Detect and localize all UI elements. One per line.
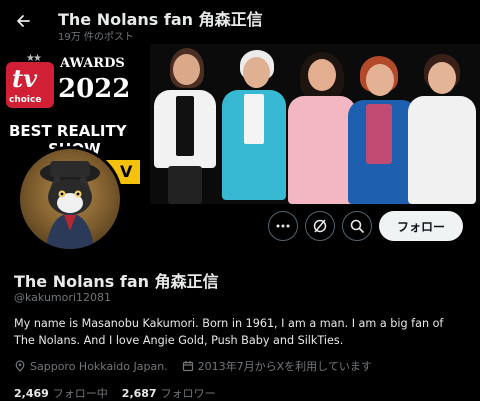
grok-button[interactable] xyxy=(304,211,335,241)
logo-top-text: tv xyxy=(12,64,38,93)
banner-headline-1: BEST REALITY xyxy=(9,122,127,140)
grok-icon xyxy=(313,219,327,233)
calendar-icon xyxy=(182,361,193,372)
profile-meta: Sapporo Hokkaido Japan. 2013年7月からXを利用してい… xyxy=(14,358,372,374)
follow-button[interactable]: フォロー xyxy=(378,211,463,241)
profile-actions: フォロー xyxy=(267,211,463,241)
display-name: The Nolans fan 角森正信 xyxy=(14,272,219,291)
profile-bio: My name is Masanobu Kakumori. Born in 19… xyxy=(14,317,444,347)
following-label: フォロー中 xyxy=(52,387,108,400)
post-count: 19万 件のポスト xyxy=(58,32,134,43)
strip-text: V xyxy=(120,162,133,181)
back-arrow-icon xyxy=(17,15,30,27)
location-text: Sapporo Hokkaido Japan. xyxy=(30,359,168,373)
location-icon xyxy=(15,360,25,372)
user-handle: @kakumori12081 xyxy=(14,291,111,304)
logo-bottom-text: choice xyxy=(9,95,42,105)
more-button[interactable] xyxy=(267,211,298,241)
search-button[interactable] xyxy=(341,211,372,241)
awards-year: 2022 xyxy=(58,74,131,104)
avatar-cat-image xyxy=(40,161,100,249)
banner-person-2 xyxy=(218,44,288,204)
location-item: Sapporo Hokkaido Japan. xyxy=(14,360,168,373)
joined-text: 2013年7月からXを利用しています xyxy=(197,360,372,373)
follow-stats: 2,469 フォロー中 2,687 フォロワー xyxy=(14,385,216,401)
avatar[interactable] xyxy=(17,146,123,252)
joined-item: 2013年7月からXを利用しています xyxy=(182,358,372,374)
search-icon xyxy=(350,219,364,233)
banner-person-5 xyxy=(404,44,480,204)
tv-choice-logo: tv choice xyxy=(6,62,54,108)
followers-label: フォロワー xyxy=(160,387,216,400)
followers-link[interactable]: 2,687 フォロワー xyxy=(122,385,216,401)
awards-label: AWARDS xyxy=(60,56,125,71)
followers-count: 2,687 xyxy=(121,387,157,400)
following-link[interactable]: 2,469 フォロー中 xyxy=(14,385,108,401)
banner-person-1 xyxy=(148,44,218,204)
following-count: 2,469 xyxy=(14,387,49,400)
header-title: The Nolans fan 角森正信 xyxy=(58,10,263,29)
back-button[interactable] xyxy=(8,6,38,36)
more-icon xyxy=(276,224,290,228)
top-bar: The Nolans fan 角森正信 19万 件のポスト xyxy=(0,0,480,44)
